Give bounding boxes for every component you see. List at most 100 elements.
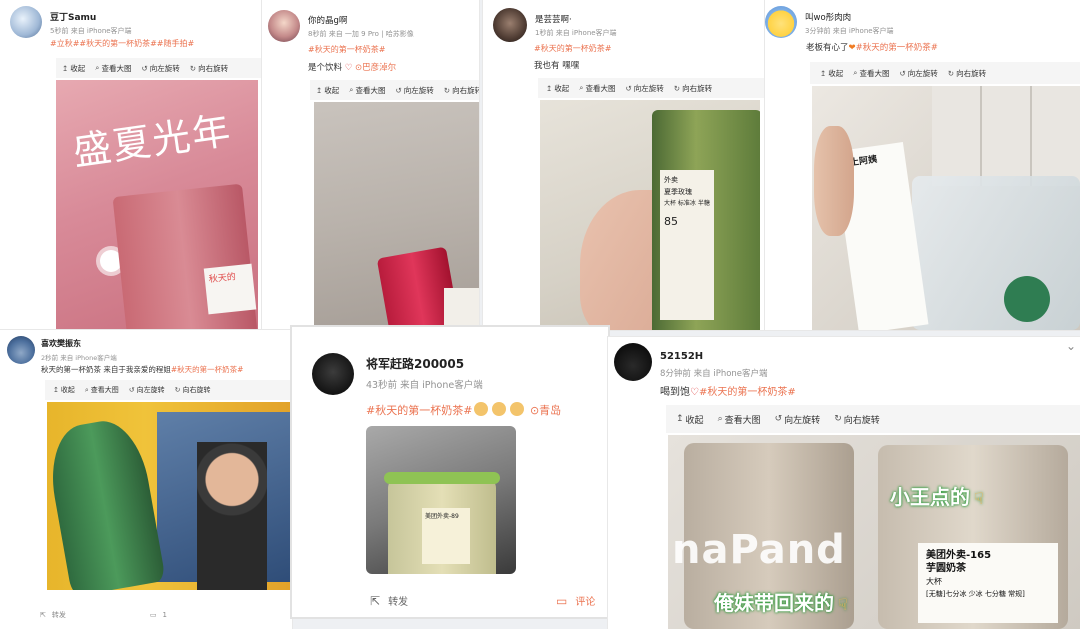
post-header: 豆丁Samu 5秒前 来自 iPhone客户端 <box>10 6 132 38</box>
post-source: 来自 一加 9 Pro | 哈苏影像 <box>328 30 414 38</box>
heart-icon: ❤ <box>848 43 856 53</box>
username[interactable]: 将军赶路200005 <box>366 355 483 372</box>
post-tags[interactable]: #立秋##秋天的第一杯奶茶##随手拍# <box>50 38 194 49</box>
post-time[interactable]: 1秒前 <box>535 29 553 37</box>
rotate-left-button[interactable]: ↺ 向左旋转 <box>626 83 664 94</box>
rotate-left-button[interactable]: ↺ 向左旋转 <box>142 63 180 74</box>
username[interactable]: 豆丁Samu <box>50 10 132 23</box>
rotate-right-icon: ↻ <box>947 68 955 78</box>
post-text: 我也有 嘿嘿 <box>534 61 580 71</box>
comment-button[interactable]: ▭ 1 <box>150 610 167 620</box>
post-meta: 43秒前 来自 iPhone客户端 <box>366 377 483 391</box>
post-header: 喜欢樊振东 2秒前 来自 iPhone客户端 <box>7 336 117 364</box>
cup-label <box>444 288 479 330</box>
avatar[interactable] <box>7 336 35 364</box>
comment-icon: ▭ <box>556 593 568 608</box>
post-time[interactable]: 2秒前 <box>41 354 58 362</box>
rotate-right-button[interactable]: ↻ 向右旋转 <box>674 83 712 94</box>
view-large-button[interactable]: ⌕ 查看大图 <box>349 85 385 96</box>
post-image[interactable]: 外卖 夏季玫瑰 大杯 标准冰 半糖 85 <box>540 100 760 330</box>
post-time[interactable]: 8分钟前 <box>660 369 691 379</box>
image-toolbar: ↥ 收起 ⌕ 查看大图 ↺ 向左旋转 ↻ 向右旋转 <box>538 78 765 98</box>
post-time[interactable]: 5秒前 <box>50 27 68 35</box>
rotate-left-button[interactable]: ↺ 向左旋转 <box>900 68 938 79</box>
view-large-button[interactable]: ⌕ 查看大图 <box>95 63 131 74</box>
image-toolbar: ↥ 收起 ⌕ 查看大图 ↺ 向左旋转 ↻ 向右旋转 <box>310 80 479 100</box>
collapse-icon: ↥ <box>546 83 553 93</box>
post-tag[interactable]: #秋天的第一杯奶茶# <box>308 44 385 55</box>
post-time[interactable]: 43秒前 <box>366 380 397 391</box>
rotate-left-icon: ↺ <box>128 386 135 394</box>
collapse-icon: ↥ <box>316 85 323 95</box>
post-card-6: 将军赶路200005 43秒前 来自 iPhone客户端 #秋天的第一杯奶茶# … <box>292 327 608 617</box>
post-image[interactable] <box>314 102 479 330</box>
thumbs-up-icon <box>474 402 489 416</box>
post-header: 叫wo彤肉肉 3分钟前 来自 iPhone客户端 <box>765 6 894 38</box>
repost-icon: ⇱ <box>370 593 381 608</box>
post-time[interactable]: 3分钟前 <box>805 27 830 35</box>
rotate-left-button[interactable]: ↺ 向左旋转 <box>396 85 434 96</box>
username[interactable]: 你的晶g啊 <box>308 14 414 26</box>
collapse-button[interactable]: ↥ 收起 <box>53 385 75 395</box>
expand-chevron-icon[interactable]: ⌄ <box>1066 339 1076 353</box>
username[interactable]: 是芸芸啊· <box>535 13 617 25</box>
rotate-right-button[interactable]: ↻ 向右旋转 <box>190 63 228 74</box>
post-header: 你的晶g啊 8秒前 来自 一加 9 Pro | 哈苏影像 <box>268 10 414 42</box>
tile-grid <box>932 86 1080 186</box>
view-large-button[interactable]: ⌕ 查看大图 <box>579 83 615 94</box>
location-link[interactable]: ⊙青岛 <box>530 404 561 417</box>
rotate-right-button[interactable]: ↻ 向右旋转 <box>444 85 479 96</box>
post-image[interactable]: 盛夏光年 秋天的 <box>56 80 258 330</box>
repost-button[interactable]: ⇱ 转发 <box>370 593 408 609</box>
collapse-button[interactable]: ↥ 收起 <box>62 63 85 74</box>
rotate-left-button[interactable]: ↺ 向左旋转 <box>775 413 821 426</box>
rotate-right-button[interactable]: ↻ 向右旋转 <box>948 68 986 79</box>
collapse-button[interactable]: ↥ 收起 <box>316 85 339 96</box>
rotate-left-icon: ↺ <box>899 68 906 78</box>
post-source: 来自 iPhone客户端 <box>693 369 768 379</box>
post-tag[interactable]: #秋天的第一杯奶茶# <box>534 43 611 54</box>
image-toolbar: ↥ 收起 ⌕ 查看大图 ↺ 向左旋转 ↻ 向右旋转 <box>666 405 1080 433</box>
post-time[interactable]: 8秒前 <box>308 30 326 38</box>
post-card-3: 是芸芸啊· 1秒前 来自 iPhone客户端 #秋天的第一杯奶茶# 我也有 嘿嘿… <box>483 0 765 330</box>
location-link[interactable]: ⊙巴彦淖尔 <box>355 63 396 73</box>
collapse-button[interactable]: ↥ 收起 <box>546 83 569 94</box>
rotate-right-button[interactable]: ↻ 向右旋转 <box>175 385 211 395</box>
post-meta: 5秒前 来自 iPhone客户端 <box>50 26 132 36</box>
post-image[interactable] <box>47 402 292 590</box>
avatar[interactable] <box>614 343 652 381</box>
post-image[interactable]: naPand 小王点的 ☟ 美团外卖-165 芋圆奶茶 大杯 [无糖]七分冰 少冰… <box>668 435 1080 629</box>
avatar[interactable] <box>268 10 300 42</box>
avatar[interactable] <box>493 8 527 42</box>
username[interactable]: 喜欢樊振东 <box>41 338 117 349</box>
post-image[interactable]: 沪上阿姨 <box>812 86 1080 330</box>
avatar[interactable] <box>765 6 797 38</box>
post-header: 52152H 8分钟前 来自 iPhone客户端 <box>614 343 768 381</box>
username[interactable]: 叫wo彤肉肉 <box>805 11 894 23</box>
search-icon: ⌕ <box>717 414 723 424</box>
hand <box>814 126 854 236</box>
post-text: #秋天的第一杯奶茶# ⊙青岛 <box>366 402 562 417</box>
comment-button[interactable]: ▭ 评论 <box>556 593 595 609</box>
rotate-right-button[interactable]: ↻ 向右旋转 <box>834 413 880 426</box>
post-source: 来自 iPhone客户端 <box>555 29 617 37</box>
receipt: 外卖 夏季玫瑰 大杯 标准冰 半糖 85 <box>660 170 714 320</box>
collapse-icon: ↥ <box>53 386 59 394</box>
rotate-left-button[interactable]: ↺ 向左旋转 <box>129 385 165 395</box>
collapse-button[interactable]: ↥ 收起 <box>820 68 843 79</box>
view-large-button[interactable]: ⌕ 查看大图 <box>85 385 119 395</box>
cup-brand: naPand <box>672 527 846 573</box>
view-large-button[interactable]: ⌕ 查看大图 <box>853 68 889 79</box>
repost-button[interactable]: ⇱ 转发 <box>40 610 66 620</box>
avatar[interactable] <box>312 353 354 395</box>
view-large-button[interactable]: ⌕ 查看大图 <box>718 413 761 426</box>
cup-lid <box>384 472 500 484</box>
rotate-right-icon: ↻ <box>174 386 181 394</box>
post-image[interactable]: 美团外卖-89 <box>366 426 516 574</box>
collapse-button[interactable]: ↥ 收起 <box>676 413 704 426</box>
search-icon: ⌕ <box>349 85 354 94</box>
username[interactable]: 52152H <box>660 351 768 362</box>
sticker-banner: 俺妹带回来的 ☟ <box>714 591 848 615</box>
cup-label: 美团外卖-165 芋圆奶茶 大杯 [无糖]七分冰 少冰 七分糖 常规] <box>918 543 1058 623</box>
avatar[interactable] <box>10 6 42 38</box>
